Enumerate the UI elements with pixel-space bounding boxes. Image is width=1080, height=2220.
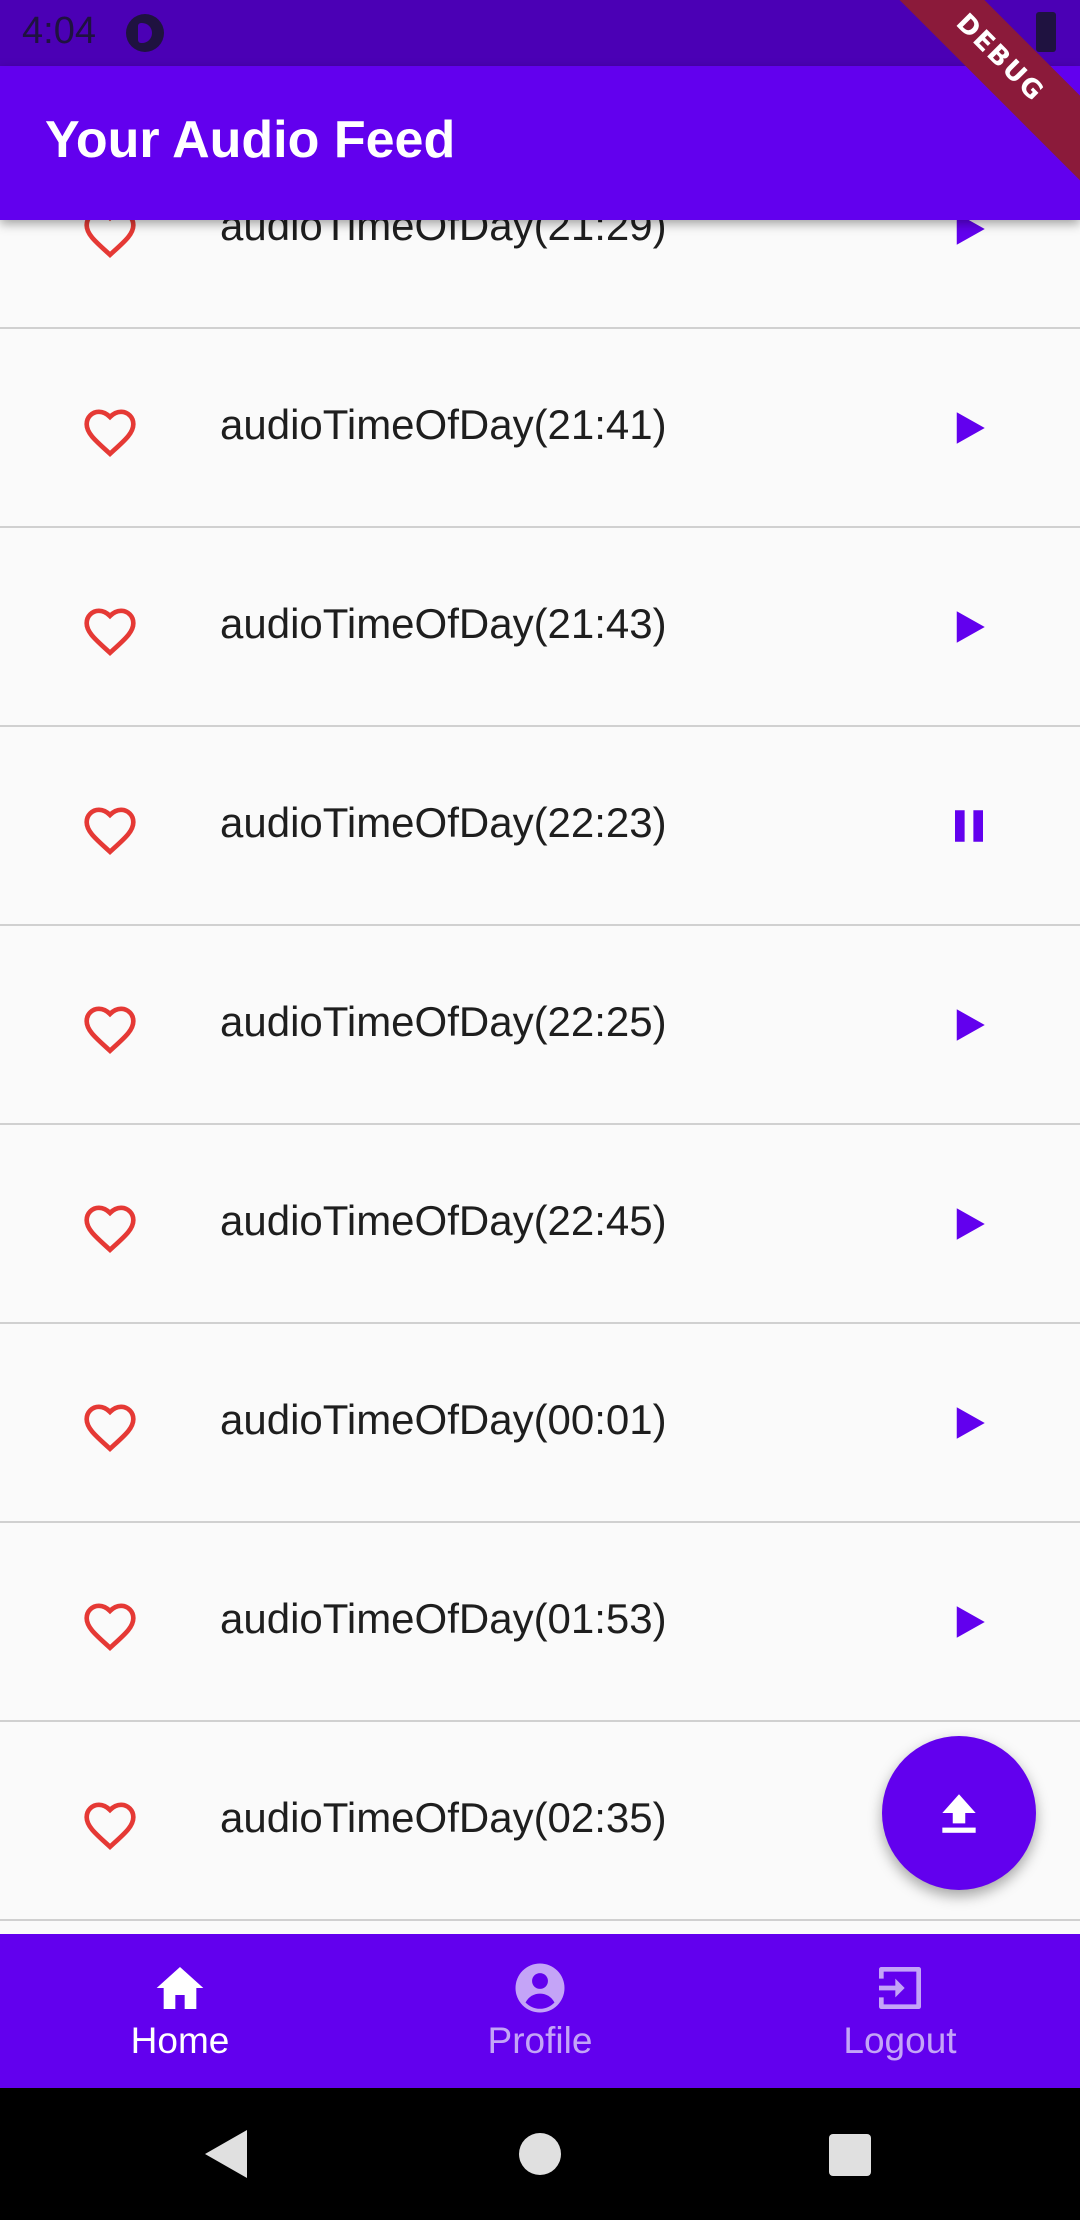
audio-title: audioTimeOfDay(00:01)	[220, 1396, 667, 1443]
home-circle-icon[interactable]	[519, 2133, 561, 2175]
audio-list[interactable]: audioTimeOfDay(21:29) audioTimeOfDay(21:…	[0, 130, 1080, 1921]
nav-label-profile: Profile	[487, 2020, 593, 2061]
exit-icon	[879, 1967, 921, 2009]
heart-outline-icon[interactable]	[80, 1598, 140, 1652]
upload-icon	[942, 1794, 976, 1833]
play-icon[interactable]	[948, 1601, 990, 1643]
audio-title: audioTimeOfDay(21:43)	[220, 600, 667, 647]
nav-item-profile[interactable]: Profile	[360, 1934, 720, 2088]
heart-outline-icon[interactable]	[80, 1797, 140, 1851]
back-icon[interactable]	[205, 2130, 247, 2178]
upload-button[interactable]	[882, 1736, 1036, 1890]
list-item[interactable]: audioTimeOfDay(21:43)	[0, 528, 1080, 727]
list-item[interactable]: audioTimeOfDay(21:41)	[0, 329, 1080, 528]
list-item[interactable]: audioTimeOfDay(22:23)	[0, 727, 1080, 926]
home-icon	[156, 1967, 204, 2009]
heart-outline-icon[interactable]	[80, 1399, 140, 1453]
list-item[interactable]: audioTimeOfDay(22:45)	[0, 1125, 1080, 1324]
heart-outline-icon[interactable]	[80, 404, 140, 458]
play-icon[interactable]	[948, 1402, 990, 1444]
account-circle-icon	[515, 1963, 565, 2013]
bottom-navigation: Home Profile Logout	[0, 1934, 1080, 2088]
nav-label-home: Home	[130, 2020, 230, 2061]
list-item[interactable]: audioTimeOfDay(00:01)	[0, 1324, 1080, 1523]
play-icon[interactable]	[948, 606, 990, 648]
app-bar: Your Audio Feed	[0, 66, 1080, 220]
list-item[interactable]: audioTimeOfDay(22:25)	[0, 926, 1080, 1125]
audio-title: audioTimeOfDay(02:35)	[220, 1794, 667, 1841]
play-icon[interactable]	[948, 1203, 990, 1245]
system-navigation-bar	[0, 2088, 1080, 2220]
pause-icon[interactable]	[948, 805, 990, 847]
list-item[interactable]: audioTimeOfDay(01:53)	[0, 1523, 1080, 1722]
audio-title: audioTimeOfDay(21:41)	[220, 401, 667, 448]
page-title: Your Audio Feed	[45, 111, 456, 169]
battery-icon	[1036, 12, 1056, 52]
notification-icon	[126, 14, 164, 52]
heart-outline-icon[interactable]	[80, 802, 140, 856]
audio-title: audioTimeOfDay(22:23)	[220, 799, 667, 846]
recents-icon[interactable]	[829, 2134, 871, 2176]
audio-title: audioTimeOfDay(01:53)	[220, 1595, 667, 1642]
heart-outline-icon[interactable]	[80, 603, 140, 657]
heart-outline-icon[interactable]	[80, 1200, 140, 1254]
nav-item-logout[interactable]: Logout	[720, 1934, 1080, 2088]
status-time: 4:04	[22, 10, 96, 52]
play-icon[interactable]	[948, 1004, 990, 1046]
heart-outline-icon[interactable]	[80, 1001, 140, 1055]
screen: 4:04 audioTimeOfDay(21:29) audioTimeOfDa…	[0, 0, 1080, 2220]
audio-title: audioTimeOfDay(22:25)	[220, 998, 667, 1045]
nav-item-home[interactable]: Home	[0, 1934, 360, 2088]
play-icon[interactable]	[948, 407, 990, 449]
nav-label-logout: Logout	[843, 2020, 957, 2061]
audio-title: audioTimeOfDay(22:45)	[220, 1197, 667, 1244]
